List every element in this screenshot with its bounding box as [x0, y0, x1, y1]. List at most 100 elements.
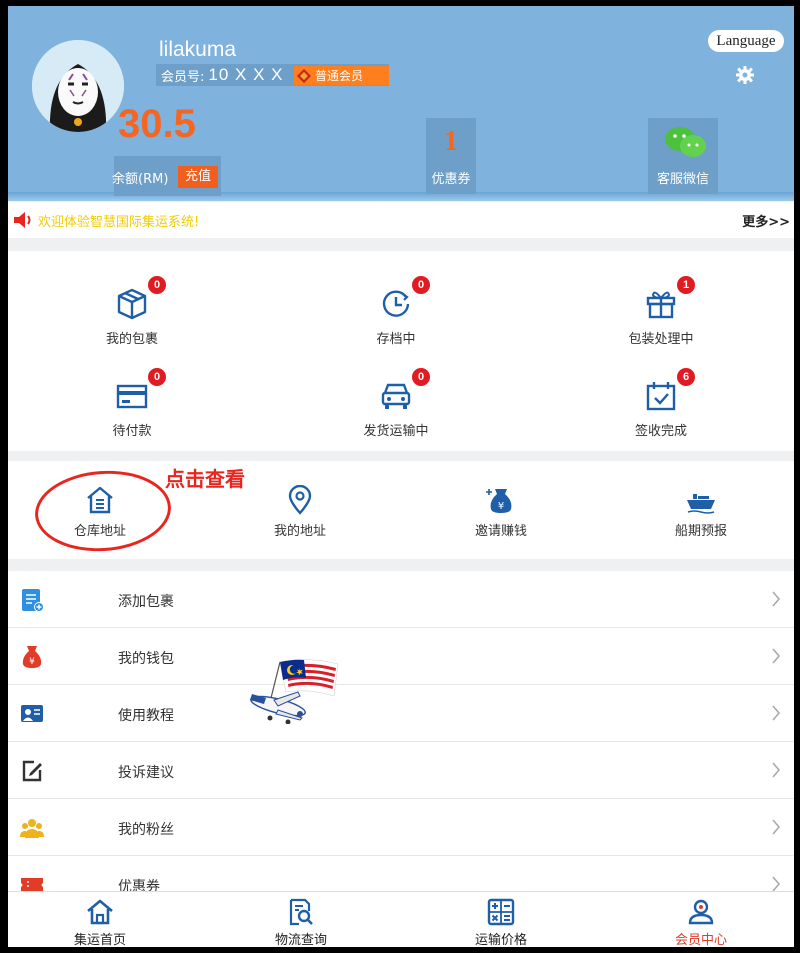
status-archived[interactable]: 存档中	[336, 287, 456, 347]
annotation-text: 点击查看	[165, 467, 245, 491]
notice-more-link[interactable]: 更多>>	[742, 211, 790, 230]
svg-text:¥: ¥	[498, 501, 504, 512]
status-delivered[interactable]: 签收完成	[601, 379, 721, 439]
nav-label: 运输价格	[474, 933, 527, 947]
recharge-button[interactable]: 充值	[178, 166, 218, 188]
shortcut-label: 邀请赚钱	[474, 524, 527, 539]
warehouse-icon	[87, 486, 113, 514]
app-frame: lilakuma 会员号: 10 X X X 普通会员 Language 30.…	[8, 6, 794, 947]
member-level-badge: 普通会员	[294, 66, 389, 85]
wechat-service-label: 客服微信	[656, 172, 709, 187]
money-bag-icon: ¥	[486, 489, 512, 513]
clock-icon	[382, 290, 410, 317]
menu-item-add-package[interactable]: 添加包裹	[8, 571, 794, 628]
menu-list: 添加包裹 ¥ 我的钱包 使用教程 投诉建议 我的粉丝 优惠券	[8, 571, 794, 913]
no-face-avatar-icon	[32, 40, 124, 132]
status-label: 待付款	[112, 424, 152, 439]
menu-item-tutorial[interactable]: 使用教程	[8, 685, 794, 742]
menu-item-wallet[interactable]: ¥ 我的钱包	[8, 628, 794, 685]
calendar-check-icon	[646, 382, 676, 411]
avatar[interactable]	[32, 40, 124, 132]
wechat-icon[interactable]	[662, 124, 708, 160]
shortcut-my-address[interactable]: 我的地址	[240, 485, 360, 539]
shortcut-panel: 点击查看 仓库地址 我的地址 ¥ 邀请赚钱 船期预报	[8, 461, 794, 559]
shortcut-ship-schedule[interactable]: 船期预报	[641, 485, 761, 539]
member-level-label: 普通会员	[315, 69, 364, 83]
truck-icon	[381, 383, 411, 409]
nav-label: 会员中心	[674, 933, 727, 947]
member-number: 10 X X X	[208, 65, 284, 84]
user-icon	[688, 899, 714, 925]
location-pin-icon	[288, 485, 312, 515]
nav-home[interactable]: 集运首页	[40, 898, 160, 947]
status-count-badge: 0	[148, 276, 166, 294]
nav-shipping-price[interactable]: 运输价格	[441, 898, 561, 947]
status-count-badge: 0	[148, 368, 166, 386]
status-label: 包装处理中	[628, 332, 694, 347]
menu-item-label: 投诉建议	[118, 765, 174, 781]
status-count-badge: 0	[412, 368, 430, 386]
menu-item-label: 使用教程	[118, 708, 174, 724]
nav-label: 集运首页	[73, 933, 126, 947]
shortcut-label: 船期预报	[674, 524, 727, 539]
menu-item-feedback[interactable]: 投诉建议	[8, 742, 794, 799]
status-count-badge: 1	[677, 276, 695, 294]
status-label: 存档中	[376, 332, 416, 347]
menu-item-fans[interactable]: 我的粉丝	[8, 799, 794, 856]
status-label: 我的包裹	[105, 332, 158, 347]
menu-item-label: 我的粉丝	[118, 822, 174, 838]
profile-header: lilakuma 会员号: 10 X X X 普通会员 Language 30.…	[8, 6, 794, 201]
shortcut-label: 我的地址	[273, 524, 326, 539]
users-icon	[20, 819, 44, 838]
money-bag-icon: ¥	[22, 646, 42, 668]
tutorial-icon	[21, 705, 43, 722]
chevron-right-icon	[772, 705, 781, 721]
plane-flag-illustration	[250, 659, 339, 724]
calculator-icon	[487, 898, 515, 926]
coupon-label: 优惠券	[431, 172, 471, 187]
package-icon	[117, 288, 147, 320]
language-button[interactable]: Language	[708, 30, 784, 52]
menu-item-label: 我的钱包	[118, 651, 174, 667]
menu-item-label: 添加包裹	[118, 594, 174, 610]
shortcut-warehouse-address[interactable]: 仓库地址	[40, 485, 160, 539]
shortcut-invite-earn[interactable]: ¥ 邀请赚钱	[441, 485, 561, 539]
chevron-right-icon	[772, 762, 781, 778]
member-number-label: 会员号:	[161, 69, 205, 85]
shortcut-label: 仓库地址	[73, 524, 126, 539]
speaker-icon	[14, 212, 31, 228]
search-doc-icon	[289, 898, 313, 926]
chevron-right-icon	[772, 591, 781, 607]
home-icon	[87, 899, 113, 925]
svg-text:¥: ¥	[29, 657, 35, 667]
balance-label: 余额(RM)	[112, 172, 169, 187]
wallet-card-icon	[116, 384, 148, 409]
chevron-right-icon	[772, 648, 781, 664]
nav-member-center[interactable]: 会员中心	[641, 898, 761, 947]
status-pending-payment[interactable]: 待付款	[72, 379, 192, 439]
status-count-badge: 6	[677, 368, 695, 386]
coupon-count: 1	[444, 126, 458, 157]
username: lilakuma	[159, 38, 237, 61]
balance-value: 30.5	[118, 102, 196, 146]
nav-label: 物流查询	[274, 933, 327, 947]
gift-icon	[646, 291, 676, 319]
status-label: 签收完成	[634, 424, 687, 439]
bottom-navigation: 集运首页 物流查询 运输价格 会员中心	[8, 891, 794, 947]
add-document-icon	[22, 589, 44, 612]
chevron-right-icon	[772, 819, 781, 835]
status-packing[interactable]: 包装处理中	[601, 287, 721, 347]
chevron-right-icon	[772, 876, 781, 892]
nav-logistics-query[interactable]: 物流查询	[241, 898, 361, 947]
gear-icon[interactable]	[735, 65, 755, 85]
notice-text: 欢迎体验智慧国际集运系统!	[38, 215, 200, 230]
edit-icon	[22, 760, 42, 782]
ship-icon	[687, 494, 715, 514]
status-my-packages[interactable]: 我的包裹	[72, 287, 192, 347]
status-count-badge: 0	[412, 276, 430, 294]
status-in-transit[interactable]: 发货运输中	[336, 379, 456, 439]
notice-bar: 欢迎体验智慧国际集运系统! 更多>>	[8, 202, 794, 238]
order-status-panel: 我的包裹 0 存档中 0 包装处理中 1 待付款 0 发货运输中 0 签收完成 …	[8, 251, 794, 451]
status-label: 发货运输中	[363, 424, 429, 439]
diamond-icon	[297, 68, 311, 83]
